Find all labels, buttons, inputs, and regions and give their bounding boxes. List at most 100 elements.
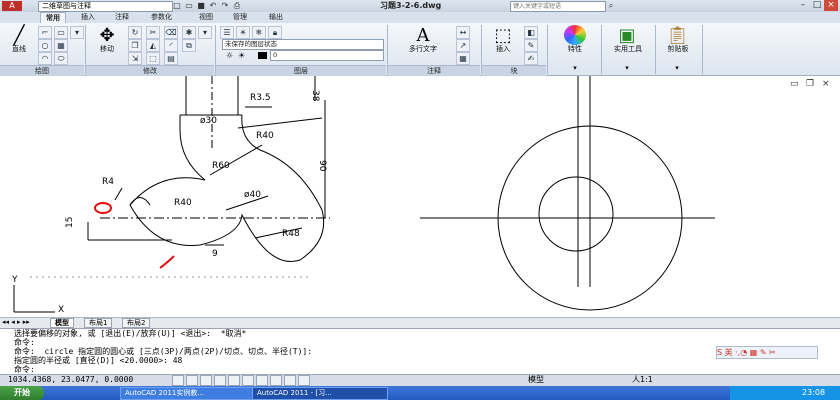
tab-parametric[interactable]: 参数化 (146, 12, 177, 23)
maximize-icon[interactable]: □ (810, 0, 824, 11)
lineweight-toggle[interactable] (284, 375, 296, 386)
edit-block-icon[interactable]: ✎ (524, 39, 538, 52)
utilities-label[interactable]: 实用工具 (604, 45, 652, 54)
viewport-restore-icon[interactable]: ❐ (806, 79, 814, 89)
layer-properties-icon[interactable]: ☰ (220, 26, 234, 39)
tab-model[interactable]: 模型 (50, 318, 74, 328)
create-block-icon[interactable]: ◧ (524, 26, 538, 39)
osnap-toggle[interactable] (228, 375, 240, 386)
modify-panel-title[interactable]: 修改 (86, 65, 214, 76)
tab-insert[interactable]: 插入 (76, 12, 100, 23)
layers-panel-title[interactable]: 图层 (216, 65, 386, 76)
open-file-icon[interactable]: ▭ (184, 1, 194, 10)
fillet-tool-icon[interactable]: ◜ (164, 39, 178, 52)
tab-nav-arrows-icon[interactable]: ◂◂ ◂ ▸ ▸▸ (2, 318, 30, 326)
layer-state-dropdown[interactable]: 未保存的图层状态 (222, 39, 384, 50)
scale-tool-icon[interactable]: ⬚ (146, 52, 160, 65)
layer-freeze-icon[interactable]: ❄ (252, 26, 266, 39)
model-space-button[interactable]: 模型 (528, 375, 544, 385)
search-icon[interactable]: ⌕ (606, 1, 616, 10)
utilities-icon[interactable]: ▣ (616, 25, 638, 46)
explode-tool-icon[interactable]: ✱ (182, 26, 196, 39)
ime-toolbar[interactable]: S 英 ·,◔ ▦ ✎ ✂ (716, 346, 818, 359)
current-layer-dropdown[interactable]: 0 (270, 50, 384, 61)
properties-expand-icon[interactable]: ▾ (568, 64, 582, 73)
dimension-tool-icon[interactable]: ↔ (456, 26, 470, 39)
taskbar-item[interactable]: AutoCAD 2011实例教... (120, 387, 256, 400)
clipboard-icon[interactable]: 📋︎ (666, 25, 689, 46)
new-file-icon[interactable]: □ (172, 1, 182, 10)
snap-toggle[interactable] (172, 375, 184, 386)
draw-panel-title[interactable]: 绘图 (0, 65, 84, 76)
array-tool-icon[interactable]: ▤ (164, 52, 178, 65)
properties-label[interactable]: 特性 (554, 45, 596, 54)
annotation-scale[interactable]: 人1:1 (632, 375, 653, 385)
command-prompt[interactable]: 命令: (14, 365, 35, 374)
trim-tool-icon[interactable]: ✂ (146, 26, 160, 39)
block-panel-title[interactable]: 块 (482, 65, 546, 76)
line-tool-label[interactable]: 直线 (2, 45, 36, 54)
draw-more-icon[interactable]: ▾ (70, 26, 84, 39)
clipboard-expand-icon[interactable]: ▾ (670, 64, 684, 73)
tab-output[interactable]: 输出 (264, 12, 288, 23)
insert-block-icon[interactable]: ⬚ (490, 25, 516, 46)
search-input[interactable]: 键入关键字或短语 (510, 1, 606, 12)
start-button[interactable]: 开始 (0, 386, 44, 400)
stretch-tool-icon[interactable]: ⇲ (128, 52, 142, 65)
close-icon[interactable]: × (824, 0, 838, 11)
mtext-tool-label[interactable]: 多行文字 (398, 45, 448, 54)
annotation-panel-title[interactable]: 注释 (388, 65, 480, 76)
minimize-icon[interactable]: – (796, 0, 810, 11)
hatch-tool-icon[interactable]: ▦ (54, 39, 68, 52)
clipboard-label[interactable]: 剪贴板 (658, 45, 698, 54)
app-menu-button[interactable]: A (2, 1, 22, 11)
ellipse-tool-icon[interactable]: ⬭ (54, 52, 68, 65)
modify-more-icon[interactable]: ▾ (198, 26, 212, 39)
taskbar-item-autocad[interactable]: AutoCAD 2011 - [习... (252, 387, 388, 400)
ortho-toggle[interactable] (200, 375, 212, 386)
offset-tool-icon[interactable]: ⧉ (182, 39, 196, 52)
table-tool-icon[interactable]: ▦ (456, 52, 470, 65)
tab-view[interactable]: 视图 (194, 12, 218, 23)
ducs-toggle[interactable] (256, 375, 268, 386)
viewport-minimize-icon[interactable]: ▭ (790, 79, 799, 89)
print-icon[interactable]: ⎙ (232, 1, 242, 10)
dim-15-text: 15 (65, 217, 75, 228)
grid-toggle[interactable] (186, 375, 198, 386)
save-icon[interactable]: ■ (196, 1, 206, 10)
layer-lock-icon[interactable]: 🔒︎ (268, 26, 282, 39)
lightbulb-icon: ☼ (226, 51, 234, 60)
properties-icon[interactable] (564, 25, 586, 45)
leader-tool-icon[interactable]: ↗ (456, 39, 470, 52)
tab-layout1[interactable]: 布局1 (84, 318, 113, 328)
dyn-toggle[interactable] (270, 375, 282, 386)
mtext-tool-icon[interactable]: A (410, 25, 436, 46)
polar-toggle[interactable] (214, 375, 226, 386)
document-title: 习题3-2-6.dwg (380, 1, 442, 10)
undo-icon[interactable]: ↶ (208, 1, 218, 10)
rotate-tool-icon[interactable]: ↻ (128, 26, 142, 39)
polyline-tool-icon[interactable]: ⌐ (38, 26, 52, 39)
workspace-dropdown[interactable]: 二维草图与注释 (38, 1, 173, 12)
line-tool-icon[interactable]: ╱ (6, 25, 32, 47)
copy-tool-icon[interactable]: ❐ (128, 39, 142, 52)
rectangle-tool-icon[interactable]: ▭ (54, 26, 68, 39)
viewport-close-icon[interactable]: × (822, 79, 830, 89)
qp-toggle[interactable] (298, 375, 310, 386)
utilities-expand-icon[interactable]: ▾ (620, 64, 634, 73)
erase-tool-icon[interactable]: ⌫ (164, 26, 178, 39)
tab-manage[interactable]: 管理 (228, 12, 252, 23)
move-tool-label[interactable]: 移动 (90, 45, 124, 54)
move-tool-icon[interactable]: ✥ (94, 25, 120, 47)
insert-block-label[interactable]: 插入 (486, 45, 520, 54)
mirror-tool-icon[interactable]: ◭ (146, 39, 160, 52)
arc-tool-icon[interactable]: ◠ (38, 52, 52, 65)
redo-icon[interactable]: ↷ (220, 1, 230, 10)
tab-annotate[interactable]: 注释 (110, 12, 134, 23)
layer-on-icon[interactable]: ☀ (236, 26, 250, 39)
circle-tool-icon[interactable]: ○ (38, 39, 52, 52)
tab-layout2[interactable]: 布局2 (122, 318, 151, 328)
attribute-icon[interactable]: ✍ (524, 52, 538, 65)
otrack-toggle[interactable] (242, 375, 254, 386)
drawing-canvas[interactable]: 38 R3.5 ø30 R40 R60 R40 ø40 90 R4 R48 15… (0, 76, 840, 317)
